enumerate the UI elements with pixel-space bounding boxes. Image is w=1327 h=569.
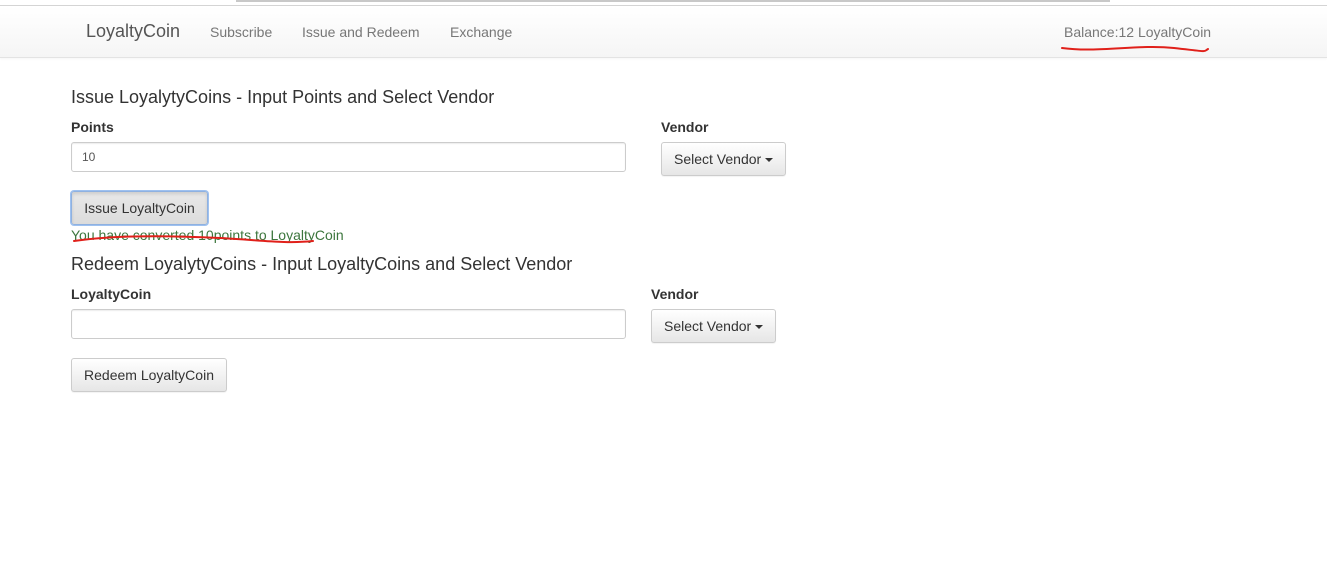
balance-display: Balance:12 LoyaltyCoin [1064, 24, 1212, 40]
redeem-vendor-label: Vendor [651, 286, 699, 302]
issue-loyaltycoin-button[interactable]: Issue LoyaltyCoin [71, 191, 208, 225]
issue-vendor-label: Vendor [661, 119, 709, 135]
redeem-vendor-dropdown-label: Select Vendor [664, 318, 752, 334]
caret-down-icon [765, 158, 774, 163]
navbar: LoyaltyCoin Subscribe Issue and Redeem E… [0, 6, 1327, 58]
loyaltycoin-input[interactable] [71, 309, 626, 339]
issue-section-title: Issue LoyalytyCoins - Input Points and S… [71, 87, 495, 107]
redeem-vendor-dropdown[interactable]: Select Vendor [651, 309, 776, 343]
nav-link-issue-and-redeem[interactable]: Issue and Redeem [302, 24, 420, 40]
nav-link-subscribe[interactable]: Subscribe [210, 24, 272, 40]
points-label: Points [71, 119, 114, 135]
issue-vendor-dropdown[interactable]: Select Vendor [661, 142, 786, 176]
caret-down-icon [755, 325, 764, 330]
issue-success-message: You have converted 10points to LoyaltyCo… [71, 227, 344, 243]
issue-vendor-dropdown-label: Select Vendor [674, 151, 762, 167]
redeem-loyaltycoin-button[interactable]: Redeem LoyaltyCoin [71, 358, 227, 392]
nav-link-exchange[interactable]: Exchange [450, 24, 512, 40]
loyaltycoin-label: LoyaltyCoin [71, 286, 152, 302]
navbar-brand[interactable]: LoyaltyCoin [86, 21, 180, 42]
browser-scrollbar[interactable] [236, 0, 1110, 2]
redeem-section-title: Redeem LoyalytyCoins - Input LoyaltyCoin… [71, 254, 573, 274]
points-input[interactable] [71, 142, 626, 172]
